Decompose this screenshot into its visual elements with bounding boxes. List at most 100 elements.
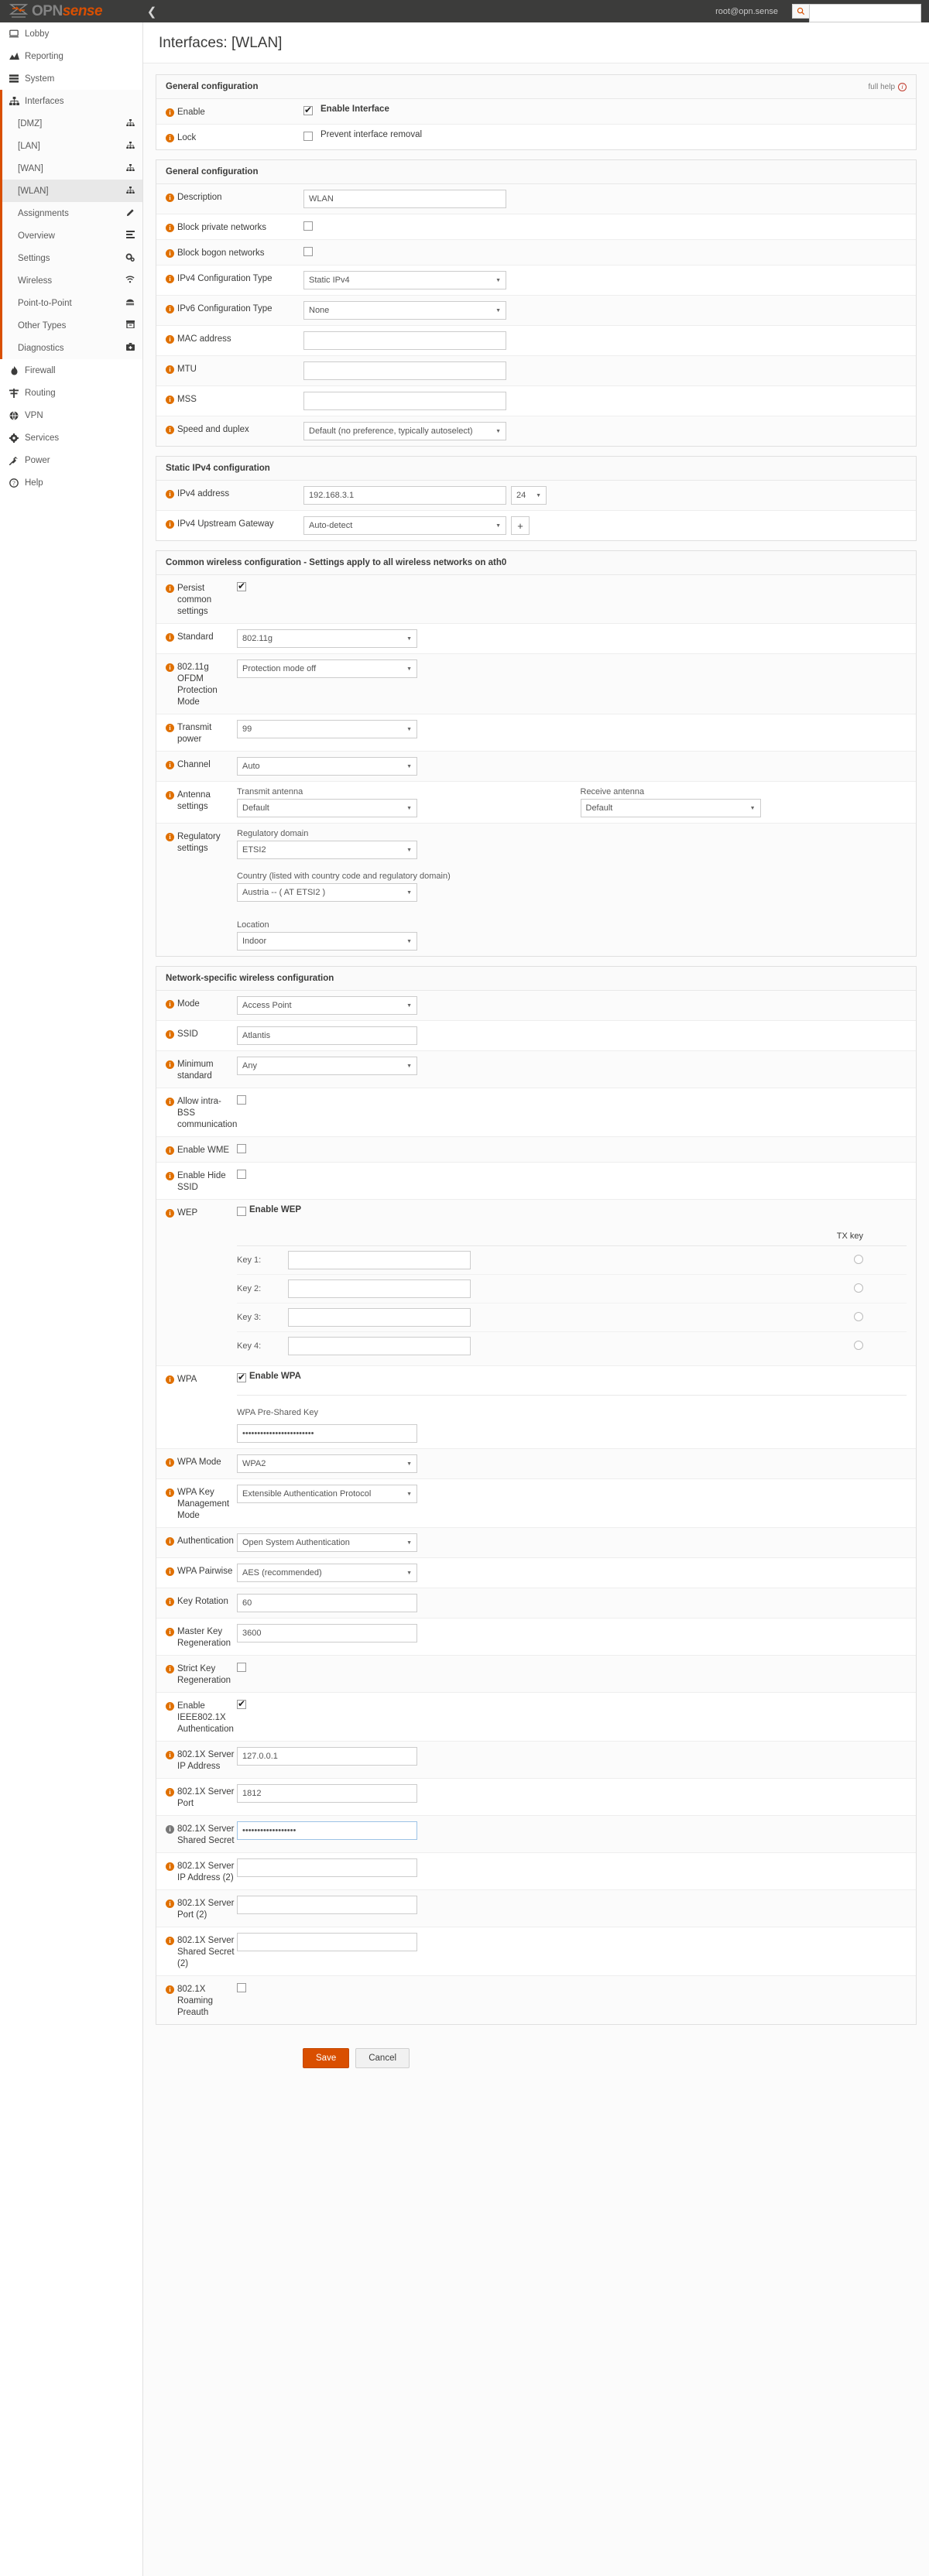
prevent-removal-checkbox[interactable] <box>303 132 313 141</box>
info-icon[interactable]: i <box>166 1598 174 1606</box>
sidebar-item-dmz[interactable]: [DMZ] <box>0 112 142 135</box>
sidebar-item-point-to-point[interactable]: Point-to-Point <box>0 292 142 314</box>
ipv4-address-input[interactable] <box>303 486 506 505</box>
wep-tx-key-4-radio[interactable] <box>854 1340 863 1350</box>
sidebar-item-lan[interactable]: [LAN] <box>0 135 142 157</box>
enable-ieee8021x-checkbox[interactable] <box>237 1698 246 1709</box>
info-icon[interactable]: i <box>166 1985 174 1994</box>
sidebar-item-reporting[interactable]: Reporting <box>0 45 142 67</box>
info-icon[interactable]: i <box>166 1665 174 1673</box>
sidebar-item-other-types[interactable]: Other Types <box>0 314 142 337</box>
info-icon[interactable]: i <box>166 1375 174 1384</box>
sidebar-item-wireless[interactable]: Wireless <box>0 269 142 292</box>
server-shared-secret-2-input[interactable] <box>237 1933 417 1951</box>
wep-key-4-input[interactable] <box>288 1337 471 1355</box>
mtu-input[interactable] <box>303 361 506 380</box>
info-icon[interactable]: i <box>166 663 174 672</box>
ipv4-configuration-type-select[interactable]: Static IPv4 <box>303 271 506 289</box>
info-icon[interactable]: i <box>166 1567 174 1576</box>
info-icon[interactable]: i <box>166 1488 174 1497</box>
wpa-key-management-select[interactable]: Extensible Authentication Protocol <box>237 1485 417 1503</box>
search-input[interactable] <box>809 4 921 22</box>
sidebar-item-assignments[interactable]: Assignments <box>0 202 142 224</box>
brand-logo[interactable]: OPNsense <box>0 3 143 20</box>
wep-key-3-input[interactable] <box>288 1308 471 1327</box>
sidebar-item-services[interactable]: Services <box>0 426 142 449</box>
info-icon[interactable]: i <box>166 1098 174 1106</box>
enable-interface-checkbox[interactable] <box>303 104 313 115</box>
minimum-standard-select[interactable]: Any <box>237 1057 417 1075</box>
info-icon[interactable]: i <box>166 633 174 642</box>
info-icon[interactable]: i <box>166 305 174 313</box>
ssid-input[interactable] <box>237 1026 417 1045</box>
info-icon[interactable]: i <box>166 1060 174 1069</box>
info-icon[interactable]: i <box>166 490 174 498</box>
roaming-preauth-checkbox[interactable] <box>237 1983 246 1992</box>
intra-bss-checkbox[interactable] <box>237 1095 246 1105</box>
global-search[interactable] <box>792 4 921 22</box>
wep-key-2-input[interactable] <box>288 1279 471 1298</box>
sidebar-item-help[interactable]: ? Help <box>0 471 142 494</box>
enable-hide-ssid-checkbox[interactable] <box>237 1170 246 1179</box>
wpa-mode-select[interactable]: WPA2 <box>237 1454 417 1473</box>
info-icon[interactable]: i <box>166 724 174 732</box>
sidebar-item-wan[interactable]: [WAN] <box>0 157 142 180</box>
info-icon[interactable]: i <box>166 1702 174 1711</box>
wep-key-1-input[interactable] <box>288 1251 471 1269</box>
sidebar-item-routing[interactable]: Routing <box>0 382 142 404</box>
info-icon[interactable]: i <box>166 1537 174 1546</box>
info-icon[interactable]: i <box>166 584 174 593</box>
wpa-pairwise-select[interactable]: AES (recommended) <box>237 1564 417 1582</box>
receive-antenna-select[interactable]: Default <box>580 799 761 817</box>
info-icon[interactable]: i <box>166 1788 174 1797</box>
mss-input[interactable] <box>303 392 506 410</box>
ipv4-prefix-select[interactable]: 24 <box>511 486 547 505</box>
sidebar-item-vpn[interactable]: VPN <box>0 404 142 426</box>
block-private-networks-checkbox[interactable] <box>303 221 313 231</box>
info-icon[interactable]: i <box>166 1000 174 1009</box>
full-help-toggle[interactable]: full help i <box>869 82 907 91</box>
info-icon[interactable]: i <box>166 1937 174 1945</box>
info-icon[interactable]: i <box>166 1899 174 1908</box>
server-port-2-input[interactable] <box>237 1896 417 1914</box>
country-select[interactable]: Austria -- ( AT ETSI2 ) <box>237 883 417 902</box>
info-icon[interactable]: i <box>166 1458 174 1467</box>
location-select[interactable]: Indoor <box>237 932 417 951</box>
info-icon[interactable]: i <box>166 1825 174 1834</box>
info-icon[interactable]: i <box>166 1172 174 1180</box>
server-ip-address-2-input[interactable] <box>237 1858 417 1877</box>
cancel-button[interactable]: Cancel <box>355 2048 410 2068</box>
info-icon[interactable]: i <box>166 1862 174 1871</box>
server-ip-address-input[interactable] <box>237 1747 417 1766</box>
server-port-input[interactable] <box>237 1784 417 1803</box>
enable-wep-checkbox[interactable] <box>237 1207 246 1216</box>
sidebar-item-power[interactable]: Power <box>0 449 142 471</box>
sidebar-item-settings[interactable]: Settings <box>0 247 142 269</box>
key-rotation-input[interactable] <box>237 1594 417 1612</box>
enable-wpa-checkbox[interactable] <box>237 1372 246 1382</box>
standard-select[interactable]: 802.11g <box>237 629 417 648</box>
speed-duplex-select[interactable]: Default (no preference, typically autose… <box>303 422 506 440</box>
wep-tx-key-2-radio[interactable] <box>854 1283 863 1293</box>
info-icon[interactable]: i <box>166 426 174 434</box>
block-bogon-networks-checkbox[interactable] <box>303 247 313 256</box>
info-icon[interactable]: i <box>166 134 174 142</box>
strict-key-regeneration-checkbox[interactable] <box>237 1663 246 1672</box>
description-input[interactable] <box>303 190 506 208</box>
ipv4-upstream-gateway-select[interactable]: Auto-detect <box>303 516 506 535</box>
info-icon[interactable]: i <box>166 1030 174 1039</box>
authentication-select[interactable]: Open System Authentication <box>237 1533 417 1552</box>
sidebar-item-wlan[interactable]: [WLAN] <box>0 180 142 202</box>
server-shared-secret-input[interactable] <box>237 1821 417 1840</box>
info-icon[interactable]: i <box>166 224 174 232</box>
sidebar-item-overview[interactable]: Overview <box>0 224 142 247</box>
info-icon[interactable]: i <box>166 275 174 283</box>
sidebar-collapse-icon[interactable]: ❮ <box>143 5 160 19</box>
info-icon[interactable]: i <box>166 1209 174 1218</box>
plus-icon[interactable]: + <box>511 516 530 535</box>
info-icon[interactable]: i <box>166 791 174 800</box>
transmit-power-select[interactable]: 99 <box>237 720 417 738</box>
enable-wme-checkbox[interactable] <box>237 1144 246 1153</box>
sidebar-item-firewall[interactable]: Firewall <box>0 359 142 382</box>
info-icon[interactable]: i <box>166 194 174 202</box>
